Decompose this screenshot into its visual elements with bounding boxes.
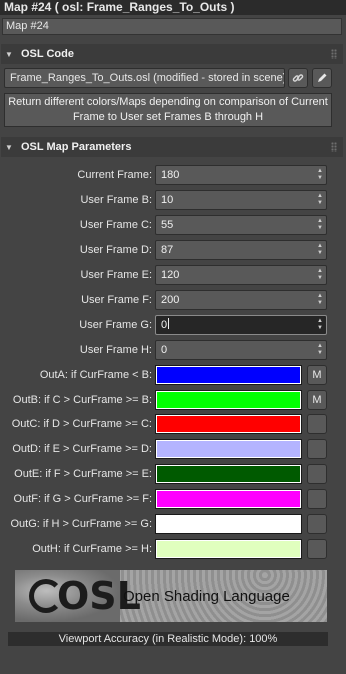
spinner-value: 0 [161, 344, 168, 356]
map-button-out-h[interactable] [307, 539, 327, 559]
window-title: Map #24 ( osl: Frame_Ranges_To_Outs ) [0, 0, 346, 15]
label-out-b: OutB: if C > CurFrame >= B: [12, 394, 152, 406]
color-swatch-out-d[interactable] [155, 439, 302, 459]
spinner-value: 87 [161, 244, 174, 256]
text-cursor [168, 318, 170, 329]
spinner-arrows-icon[interactable]: ▲ ▼ [317, 243, 323, 257]
spinner-arrows-icon[interactable]: ▲ ▼ [317, 168, 323, 182]
color-swatch-out-g[interactable] [155, 514, 302, 534]
label-user-frame-g: User Frame G: [79, 319, 152, 331]
user-frame-d-spinner[interactable]: 87 ▲ ▼ [155, 240, 327, 260]
map-button-out-b[interactable]: M [307, 390, 327, 410]
map-button-out-g[interactable] [307, 514, 327, 534]
rollout-header-osl-code[interactable]: ▼ OSL Code [1, 44, 343, 64]
collapse-arrow-icon: ▼ [5, 50, 13, 59]
label-user-frame-h: User Frame H: [79, 344, 152, 356]
spinner-value: 180 [161, 169, 180, 181]
spinner-value: 120 [161, 269, 180, 281]
spinner-arrows-icon[interactable]: ▲ ▼ [317, 293, 323, 307]
label-out-h: OutH: if CurFrame >= H: [32, 543, 152, 555]
label-user-frame-d: User Frame D: [79, 244, 152, 256]
map-button-out-d[interactable] [307, 439, 327, 459]
map-button-out-f[interactable] [307, 489, 327, 509]
spinner-arrows-icon[interactable]: ▲ ▼ [317, 193, 323, 207]
map-button-out-a[interactable]: M [307, 365, 327, 385]
osl-description: Return different colors/Maps depending o… [4, 93, 332, 127]
color-swatch-out-c[interactable] [155, 414, 302, 434]
label-out-c: OutC: if D > CurFrame >= C: [11, 418, 152, 430]
pencil-icon[interactable] [312, 68, 332, 88]
osl-logo: OSL Open Shading Language [15, 570, 327, 622]
user-frame-b-spinner[interactable]: 10 ▲ ▼ [155, 190, 327, 210]
label-current-frame: Current Frame: [77, 169, 152, 181]
current-frame-spinner[interactable]: 180 ▲ ▼ [155, 165, 327, 185]
user-frame-g-spinner[interactable]: 0 ▲ ▼ [155, 315, 327, 335]
rollout-header-osl-map-parameters[interactable]: ▼ OSL Map Parameters [1, 137, 343, 157]
spinner-value: 10 [161, 194, 174, 206]
chain-link-icon[interactable] [288, 68, 308, 88]
spinner-arrows-icon[interactable]: ▲ ▼ [317, 343, 323, 357]
spinner-arrows-icon[interactable]: ▲ ▼ [317, 218, 323, 232]
color-swatch-out-e[interactable] [155, 464, 302, 484]
drag-grip-icon[interactable] [331, 49, 337, 59]
rollout-title: OSL Map Parameters [20, 141, 132, 153]
spinner-value: 55 [161, 219, 174, 231]
spinner-value: 0 [161, 319, 168, 331]
spinner-arrows-icon[interactable]: ▲ ▼ [317, 318, 323, 332]
label-user-frame-c: User Frame C: [79, 219, 152, 231]
description-line-1: Return different colors/Maps depending o… [8, 96, 328, 108]
viewport-accuracy: Viewport Accuracy (in Realistic Mode): 1… [8, 632, 328, 646]
map-name-field[interactable]: Map #24 [2, 18, 342, 35]
label-out-f: OutF: if G > CurFrame >= F: [13, 493, 152, 505]
label-out-g: OutG: if H > CurFrame >= G: [10, 518, 152, 530]
color-swatch-out-b[interactable] [155, 390, 302, 410]
osl-logo-text: Open Shading Language [123, 588, 290, 605]
map-button-out-c[interactable] [307, 414, 327, 434]
osl-file-button[interactable]: Frame_Ranges_To_Outs.osl (modified - sto… [4, 68, 285, 88]
collapse-arrow-icon: ▼ [5, 143, 13, 152]
color-swatch-out-f[interactable] [155, 489, 302, 509]
description-line-2: Frame to User set Frames B through H [72, 111, 264, 123]
user-frame-h-spinner[interactable]: 0 ▲ ▼ [155, 340, 327, 360]
user-frame-f-spinner[interactable]: 200 ▲ ▼ [155, 290, 327, 310]
user-frame-c-spinner[interactable]: 55 ▲ ▼ [155, 215, 327, 235]
color-swatch-out-h[interactable] [155, 539, 302, 559]
label-user-frame-b: User Frame B: [80, 194, 152, 206]
label-user-frame-f: User Frame F: [81, 294, 152, 306]
user-frame-e-spinner[interactable]: 120 ▲ ▼ [155, 265, 327, 285]
label-out-d: OutD: if E > CurFrame >= D: [12, 443, 152, 455]
label-out-a: OutA: if CurFrame < B: [39, 369, 152, 381]
drag-grip-icon[interactable] [331, 142, 337, 152]
label-user-frame-e: User Frame E: [80, 269, 152, 281]
map-button-out-e[interactable] [307, 464, 327, 484]
spinner-value: 200 [161, 294, 180, 306]
label-out-e: OutE: if F > CurFrame >= E: [14, 468, 152, 480]
color-swatch-out-a[interactable] [155, 365, 302, 385]
spinner-arrows-icon[interactable]: ▲ ▼ [317, 268, 323, 282]
rollout-title: OSL Code [20, 48, 74, 60]
